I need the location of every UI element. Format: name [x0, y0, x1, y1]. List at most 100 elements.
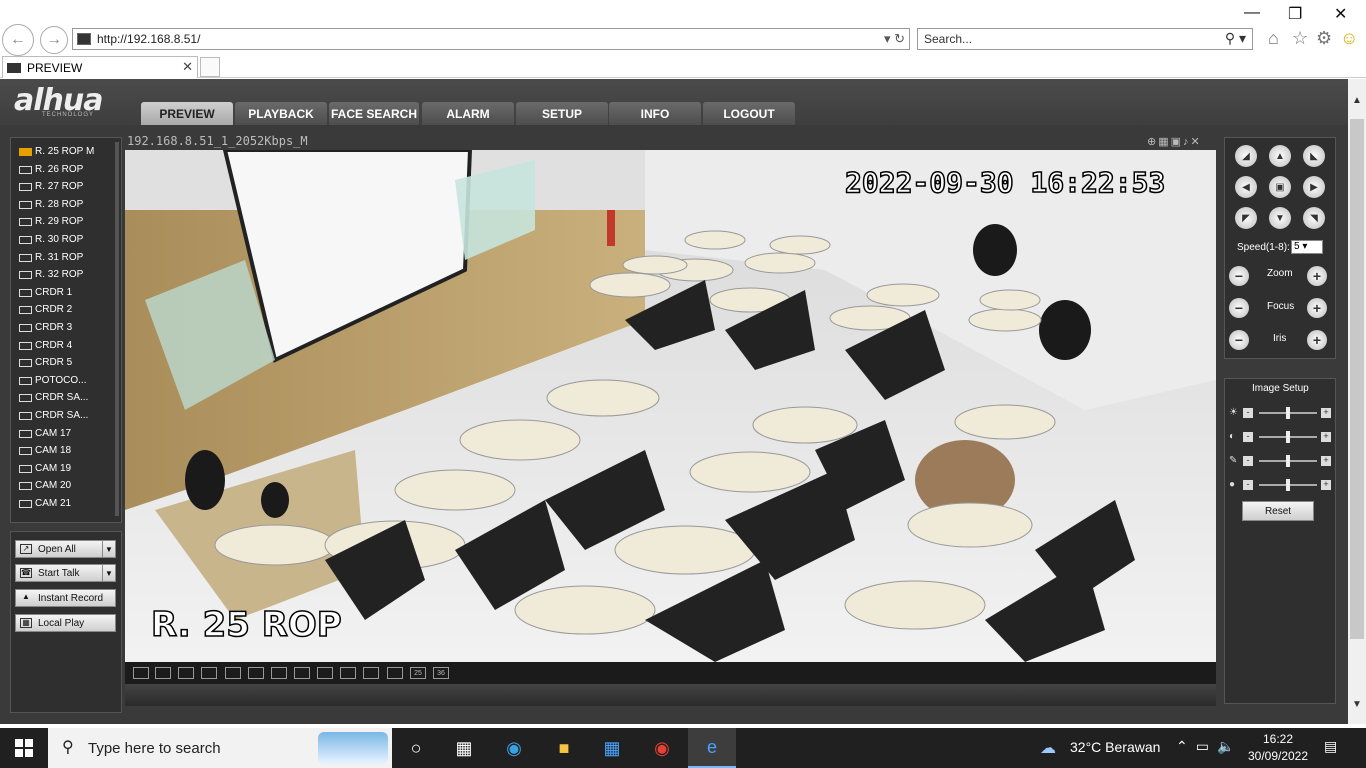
single-layout-icon[interactable] [225, 667, 241, 679]
new-tab-button[interactable] [200, 57, 220, 77]
channel-item[interactable]: CRDR 4 [19, 337, 72, 354]
ptz-left-icon[interactable]: ◀ [1235, 176, 1257, 198]
browser-search-input[interactable]: Search... ⚲ ▾ [917, 28, 1253, 50]
fit-window-icon[interactable] [178, 667, 194, 679]
video-window-controls[interactable]: ⊕▦▣♪✕ [1147, 135, 1202, 148]
taskbar-clock[interactable]: 16:22 30/09/2022 [1246, 731, 1310, 765]
channel-item[interactable]: CRDR SA... [19, 407, 88, 424]
zoom-out-button[interactable]: − [1229, 266, 1249, 286]
zoom-in-button[interactable]: + [1307, 266, 1327, 286]
channel-item[interactable]: CAM 21 [19, 495, 71, 512]
iris-close-button[interactable]: − [1229, 330, 1249, 350]
back-button[interactable]: ← [2, 24, 34, 56]
minimize-icon[interactable]: — [1244, 4, 1260, 22]
hue-slider[interactable]: ● - + [1229, 479, 1333, 491]
contrast-slider[interactable]: ◐ - + [1229, 431, 1333, 443]
chrome-icon[interactable]: ◉ [648, 734, 676, 762]
ptz-down-icon[interactable]: ▼ [1269, 207, 1291, 229]
brightness-knob[interactable] [1286, 407, 1290, 419]
store-icon[interactable]: ▦ [598, 734, 626, 762]
fullscreen-layout-icon[interactable] [133, 667, 149, 679]
channel-item[interactable]: R. 31 ROP [19, 249, 83, 266]
ptz-up-icon[interactable]: ▲ [1269, 145, 1291, 167]
channel-item[interactable]: R. 32 ROP [19, 266, 83, 283]
hue-increase-button[interactable]: + [1321, 480, 1331, 490]
scroll-thumb[interactable] [1350, 119, 1364, 639]
ptz-right-icon[interactable]: ▶ [1303, 176, 1325, 198]
original-size-icon[interactable] [155, 667, 171, 679]
channel-item[interactable]: CRDR 2 [19, 301, 72, 318]
channel-item[interactable]: R. 27 ROP [19, 178, 83, 195]
channel-item[interactable]: CAM 19 [19, 460, 71, 477]
saturation-slider[interactable]: ✎ - + [1229, 455, 1333, 467]
channel-item[interactable]: CRDR 5 [19, 354, 72, 371]
search-icon[interactable]: ⚲ ▾ [1225, 30, 1246, 47]
scroll-up-icon[interactable]: ▲ [1352, 95, 1362, 106]
channel-item[interactable]: POTOCO... [19, 372, 87, 389]
wide-view-icon[interactable] [201, 667, 217, 679]
brightness-slider[interactable]: ☀ - + [1229, 407, 1333, 419]
brightness-decrease-button[interactable]: - [1243, 408, 1253, 418]
hue-knob[interactable] [1286, 479, 1290, 491]
start-talk-button[interactable]: ☎ Start Talk ▼ [15, 564, 116, 582]
home-icon[interactable]: ⌂ [1268, 28, 1279, 49]
open-all-dropdown-icon[interactable]: ▼ [102, 540, 116, 558]
six-layout-icon[interactable] [271, 667, 287, 679]
reset-button[interactable]: Reset [1242, 501, 1314, 521]
tab-info[interactable]: INFO [609, 102, 701, 125]
twenty-layout-icon[interactable] [387, 667, 403, 679]
file-explorer-icon[interactable]: ■ [550, 734, 578, 762]
saturation-decrease-button[interactable]: - [1243, 456, 1253, 466]
channel-item[interactable]: CRDR SA... [19, 389, 88, 406]
ptz-auto-scan-icon[interactable]: ▣ [1269, 176, 1291, 198]
notification-icon[interactable]: ▤ [1324, 738, 1337, 755]
close-tab-icon[interactable]: ✕ [182, 59, 193, 75]
contrast-increase-button[interactable]: + [1321, 432, 1331, 442]
cortana-icon[interactable]: ○ [402, 734, 430, 762]
close-window-icon[interactable]: ✕ [1334, 4, 1347, 24]
speed-select[interactable]: 5 ▾ [1291, 240, 1323, 254]
instant-record-button[interactable]: ▲ Instant Record [15, 589, 116, 607]
thirteen-layout-icon[interactable] [340, 667, 356, 679]
favorites-icon[interactable]: ☆ [1292, 28, 1308, 49]
thirtysix-layout-icon[interactable]: 36 [433, 667, 449, 679]
tab-playback[interactable]: PLAYBACK [235, 102, 327, 125]
weather-text[interactable]: 32°C Berawan [1070, 739, 1160, 755]
iris-open-button[interactable]: + [1307, 330, 1327, 350]
page-scrollbar[interactable]: ▲ ▼ [1348, 79, 1366, 724]
channel-item[interactable]: CRDR 1 [19, 284, 72, 301]
channel-item[interactable]: CAM 17 [19, 425, 71, 442]
restore-icon[interactable]: ❐ [1288, 4, 1302, 24]
channel-item[interactable]: R. 25 ROP M [19, 143, 94, 160]
brightness-increase-button[interactable]: + [1321, 408, 1331, 418]
tab-logout[interactable]: LOGOUT [703, 102, 795, 125]
taskbar-search-box[interactable]: ⚲ Type here to search [48, 728, 392, 768]
camera-video-feed[interactable]: 2022-09-30 16:22:53 R. 25 ROP [125, 150, 1216, 662]
ptz-up-right-icon[interactable]: ◣ [1303, 145, 1325, 167]
scroll-down-icon[interactable]: ▼ [1352, 699, 1362, 710]
ptz-up-left-icon[interactable]: ◢ [1235, 145, 1257, 167]
sixteen-layout-icon[interactable] [363, 667, 379, 679]
browser-tab[interactable]: PREVIEW ✕ [2, 56, 198, 78]
channel-item[interactable]: R. 28 ROP [19, 196, 83, 213]
channel-item[interactable]: R. 29 ROP [19, 213, 83, 230]
start-talk-dropdown-icon[interactable]: ▼ [102, 564, 116, 582]
settings-gear-icon[interactable]: ⚙ [1316, 28, 1332, 49]
contrast-knob[interactable] [1286, 431, 1290, 443]
channel-item[interactable]: CAM 20 [19, 477, 71, 494]
channel-item[interactable]: R. 30 ROP [19, 231, 83, 248]
nine-layout-icon[interactable] [317, 667, 333, 679]
local-play-button[interactable]: ▦ Local Play [15, 614, 116, 632]
channel-item[interactable]: CAM 18 [19, 442, 71, 459]
eight-layout-icon[interactable] [294, 667, 310, 679]
tab-preview[interactable]: PREVIEW [141, 102, 233, 125]
focus-far-button[interactable]: + [1307, 298, 1327, 318]
tab-face-search[interactable]: FACE SEARCH [329, 102, 419, 125]
hue-decrease-button[interactable]: - [1243, 480, 1253, 490]
start-button[interactable] [0, 728, 48, 768]
smiley-feedback-icon[interactable]: ☺ [1340, 28, 1358, 49]
address-bar[interactable]: http://192.168.8.51/ ▾ ↻ [72, 28, 910, 50]
internet-explorer-icon[interactable]: e [688, 728, 736, 768]
forward-button[interactable]: → [40, 26, 68, 54]
saturation-increase-button[interactable]: + [1321, 456, 1331, 466]
